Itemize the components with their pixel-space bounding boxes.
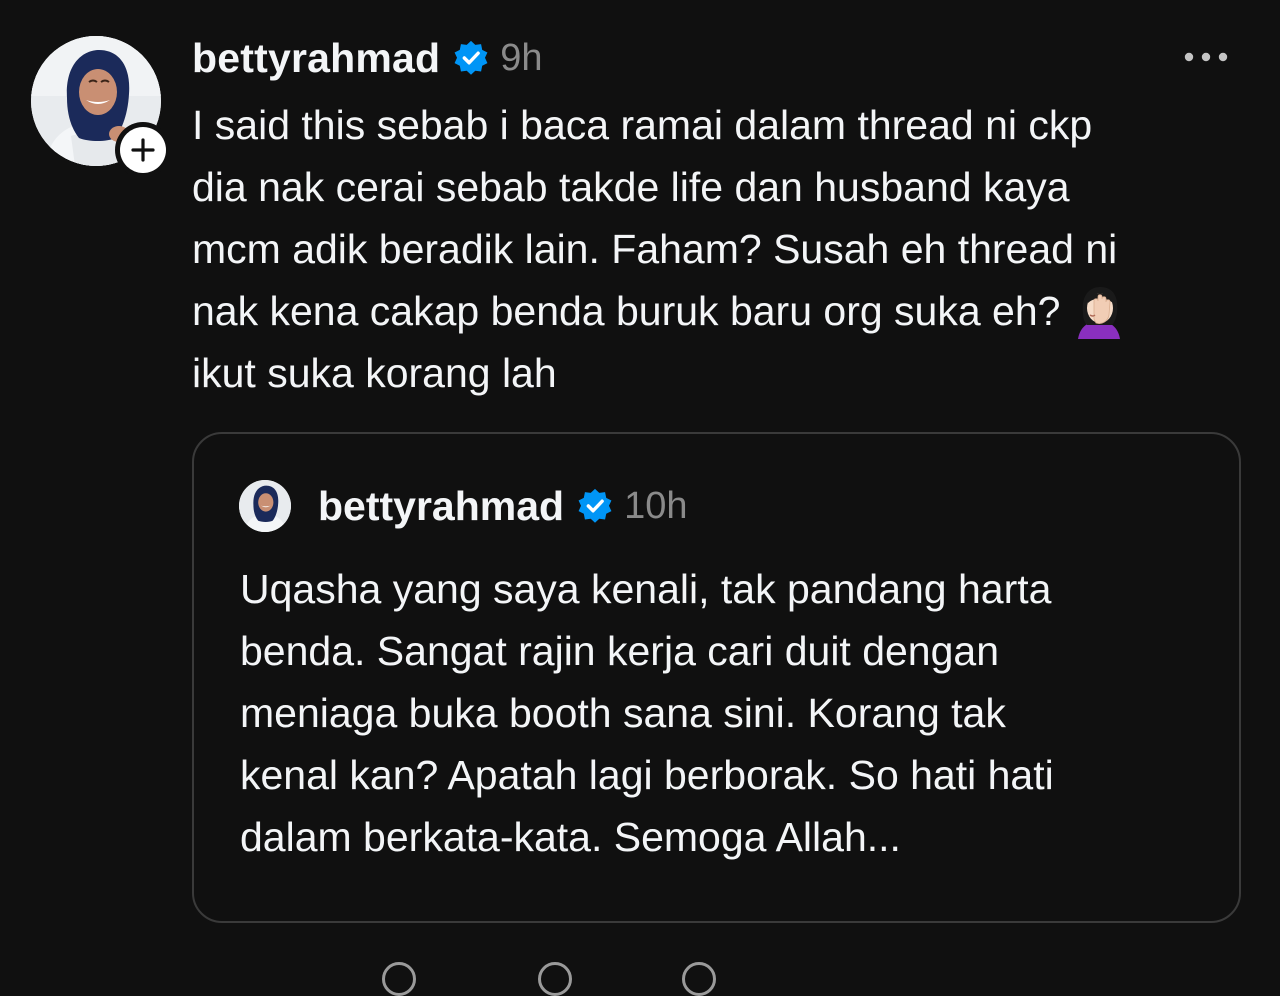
post-timestamp: 9h bbox=[500, 36, 543, 79]
author-username[interactable]: bettyrahmad bbox=[192, 35, 440, 82]
post-text-line: nak kena cakap benda buruk baru org suka… bbox=[192, 288, 1061, 334]
verified-badge-icon bbox=[576, 487, 614, 525]
more-options-button[interactable] bbox=[1180, 40, 1232, 74]
quoted-author-username[interactable]: bettyrahmad bbox=[318, 483, 564, 530]
post-text-line: ikut suka korang lah bbox=[192, 350, 557, 396]
quoted-text-line: meniaga buka booth sana sini. Korang tak bbox=[240, 690, 1006, 736]
plus-icon bbox=[131, 138, 155, 162]
author-avatar-container bbox=[31, 36, 171, 178]
repost-icon[interactable] bbox=[682, 962, 716, 996]
post-text-line: dia nak cerai sebab takde life dan husba… bbox=[192, 164, 1070, 210]
quoted-post-timestamp: 10h bbox=[624, 484, 688, 527]
more-options-icon bbox=[1184, 52, 1228, 62]
quoted-text-line: kenal kan? Apatah lagi berborak. So hati… bbox=[240, 752, 1054, 798]
avatar-photo bbox=[239, 480, 291, 532]
comment-icon[interactable] bbox=[538, 962, 572, 996]
post-body: I said this sebab i baca ramai dalam thr… bbox=[192, 94, 1232, 404]
quoted-text-line: Uqasha yang saya kenali, tak pandang har… bbox=[240, 566, 1052, 612]
post-text-line-with-emoji: nak kena cakap benda buruk baru org suka… bbox=[192, 280, 1232, 342]
quoted-post-header: bettyrahmad 10h bbox=[318, 478, 687, 534]
verified-badge-icon bbox=[452, 39, 490, 77]
post-header: bettyrahmad 9h bbox=[192, 28, 543, 88]
post-action-bar bbox=[370, 962, 750, 996]
quoted-text-line: benda. Sangat rajin kerja cari duit deng… bbox=[240, 628, 1000, 674]
quoted-text-line: dalam berkata-kata. Semoga Allah... bbox=[240, 814, 901, 860]
thread-post: bettyrahmad 9h I said this sebab i baca … bbox=[0, 0, 1280, 996]
quoted-post-card[interactable]: bettyrahmad 10h Uqasha yang saya kenali,… bbox=[192, 432, 1241, 923]
quoted-author-avatar[interactable] bbox=[239, 480, 291, 532]
follow-button[interactable] bbox=[115, 122, 171, 178]
post-text-line: I said this sebab i baca ramai dalam thr… bbox=[192, 102, 1093, 148]
like-icon[interactable] bbox=[382, 962, 416, 996]
facepalm-emoji-icon bbox=[1072, 285, 1126, 339]
quoted-post-body: Uqasha yang saya kenali, tak pandang har… bbox=[240, 558, 1220, 868]
post-text-line: mcm adik beradik lain. Faham? Susah eh t… bbox=[192, 226, 1118, 272]
